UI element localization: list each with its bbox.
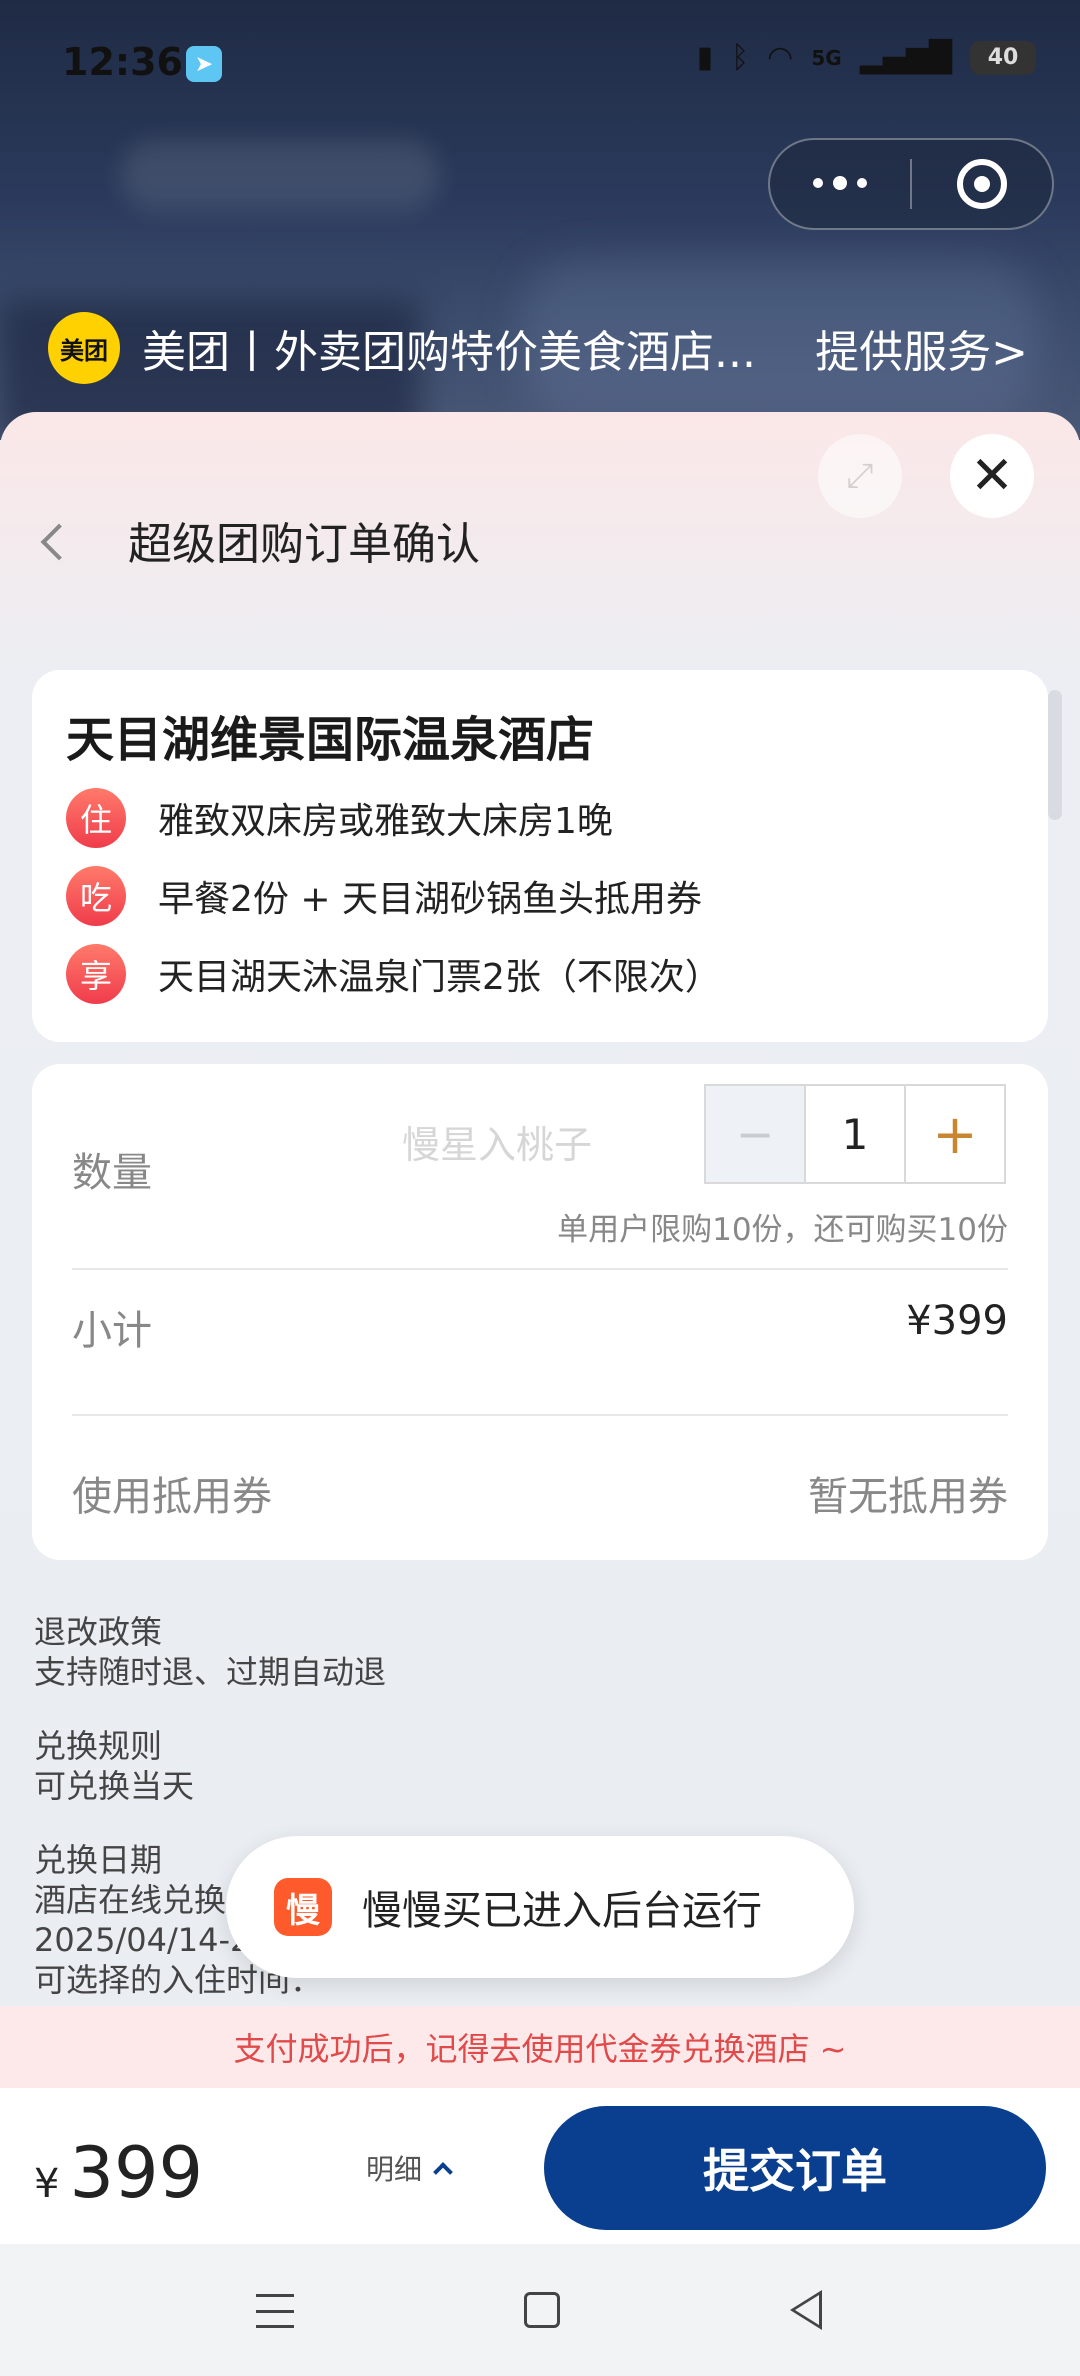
perk-text: 早餐2份 + 天目湖砂锅鱼头抵用券 — [158, 879, 702, 920]
increase-button[interactable]: + — [906, 1086, 1004, 1182]
close-icon: ✕ — [970, 446, 1014, 506]
close-button[interactable]: ✕ — [950, 434, 1034, 518]
back-nav-button[interactable] — [790, 2290, 822, 2330]
currency-symbol: ¥ — [34, 2161, 60, 2207]
subtotal-value: ¥399 — [906, 1298, 1008, 1344]
perk-text: 天目湖天沐温泉门票2张（不限次） — [158, 957, 721, 998]
payment-tip-banner: 支付成功后，记得去使用代金券兑换酒店 ~ — [0, 2006, 1080, 2088]
network-type: 5G — [811, 45, 842, 70]
refund-policy-text: 支持随时退、过期自动退 — [34, 1653, 387, 1691]
miniprogram-title-bar[interactable]: 美团 美团丨外卖团购特价美食酒店... 提供服务> — [48, 310, 1028, 386]
order-card: 数量 慢星入桃子 − 1 + 单用户限购10份，还可购买10份 小计 ¥399 … — [32, 1064, 1048, 1560]
perk-item: 住 雅致双床房或雅致大床房1晚 — [66, 788, 1014, 848]
detail-label: 明细 — [366, 2153, 423, 2186]
recent-apps-button[interactable] — [256, 2294, 294, 2328]
subtotal-label: 小计 — [72, 1308, 152, 1354]
total-price: ¥ 399 — [34, 2132, 203, 2214]
status-icons: ▮ ᛒ ◠ 5G ▂▄▆█ 40 — [697, 40, 1036, 75]
miniprogram-title: 美团丨外卖团购特价美食酒店... — [142, 327, 756, 378]
coupon-value[interactable]: 暂无抵用券 — [808, 1464, 1008, 1522]
page-title: 超级团购订单确认 — [128, 519, 480, 570]
decrease-button[interactable]: − — [706, 1086, 806, 1182]
battery-icon: 40 — [970, 40, 1036, 75]
package-card: 天目湖维景国际温泉酒店 住 雅致双床房或雅致大床房1晚 吃 早餐2份 + 天目湖… — [32, 670, 1048, 1042]
quantity-value[interactable]: 1 — [806, 1086, 906, 1182]
quantity-label: 数量 — [72, 1150, 152, 1196]
background-toast: 慢 慢慢买已进入后台运行 — [226, 1836, 854, 1978]
expand-button[interactable]: ⤢ — [818, 434, 902, 518]
service-provider-link[interactable]: 提供服务> — [815, 316, 1028, 380]
back-button[interactable] — [34, 512, 78, 572]
eat-badge-icon: 吃 — [66, 866, 126, 926]
expand-icon: ⤢ — [846, 456, 874, 496]
bluetooth-icon: ᛒ — [731, 40, 750, 75]
scrollbar[interactable] — [1048, 690, 1062, 820]
manmanmai-app-icon: 慢 — [274, 1878, 332, 1936]
system-navigation-bar — [0, 2244, 1080, 2376]
signal-icon: ▂▄▆█ — [859, 40, 952, 75]
more-dot-icon — [813, 178, 823, 188]
home-button[interactable] — [524, 2292, 560, 2328]
divider — [72, 1268, 1008, 1270]
watermark-text: 慢星入桃子 — [402, 1123, 593, 1167]
service-label: 提供服务 — [815, 327, 992, 378]
checkout-bar: ¥ 399 明细 提交订单 — [0, 2088, 1080, 2244]
chevron-right-icon: > — [991, 327, 1028, 378]
vibrate-icon: ▮ — [696, 40, 714, 75]
perk-text: 雅致双床房或雅致大床房1晚 — [158, 801, 613, 842]
quantity-stepper: − 1 + — [704, 1084, 1006, 1184]
price-detail-toggle[interactable]: 明细 — [366, 2148, 453, 2188]
more-dot-icon — [857, 178, 867, 188]
refund-policy-title: 退改政策 — [34, 1613, 163, 1651]
hotel-name: 天目湖维景国际温泉酒店 — [66, 712, 595, 768]
wifi-icon: ◠ — [767, 40, 794, 75]
chevron-up-icon — [433, 2162, 453, 2182]
telegram-icon: ➤ — [186, 46, 222, 82]
toast-message: 慢慢买已进入后台运行 — [362, 1888, 762, 1934]
exchange-rule-text: 可兑换当天 — [34, 1767, 195, 1805]
refund-policy: 退改政策 支持随时退、过期自动退 — [34, 1612, 386, 1692]
meituan-logo: 美团 — [48, 312, 120, 384]
perk-item: 享 天目湖天沐温泉门票2张（不限次） — [66, 944, 1014, 1004]
miniprogram-capsule — [768, 138, 1054, 230]
stay-badge-icon: 住 — [66, 788, 126, 848]
exchange-rule: 兑换规则 可兑换当天 — [34, 1726, 194, 1806]
more-dot-icon — [833, 176, 847, 190]
submit-order-button[interactable]: 提交订单 — [544, 2106, 1046, 2230]
chevron-left-icon — [40, 523, 78, 561]
exchange-rule-title: 兑换规则 — [34, 1727, 163, 1765]
enjoy-badge-icon: 享 — [66, 944, 126, 1004]
exit-miniprogram-button[interactable] — [912, 159, 1052, 209]
purchase-limit-text: 单用户限购10份，还可购买10份 — [557, 1212, 1008, 1248]
divider — [72, 1414, 1008, 1416]
target-icon — [956, 159, 1007, 209]
perk-item: 吃 早餐2份 + 天目湖砂锅鱼头抵用券 — [66, 866, 1014, 926]
more-options-button[interactable] — [770, 176, 910, 190]
blur-decoration — [120, 140, 440, 210]
status-time: 12:36 — [62, 40, 183, 84]
coupon-label: 使用抵用券 — [72, 1474, 272, 1520]
price-value: 399 — [69, 2132, 204, 2214]
status-bar: 12:36 ➤ ▮ ᛒ ◠ 5G ▂▄▆█ 40 — [0, 0, 1080, 130]
